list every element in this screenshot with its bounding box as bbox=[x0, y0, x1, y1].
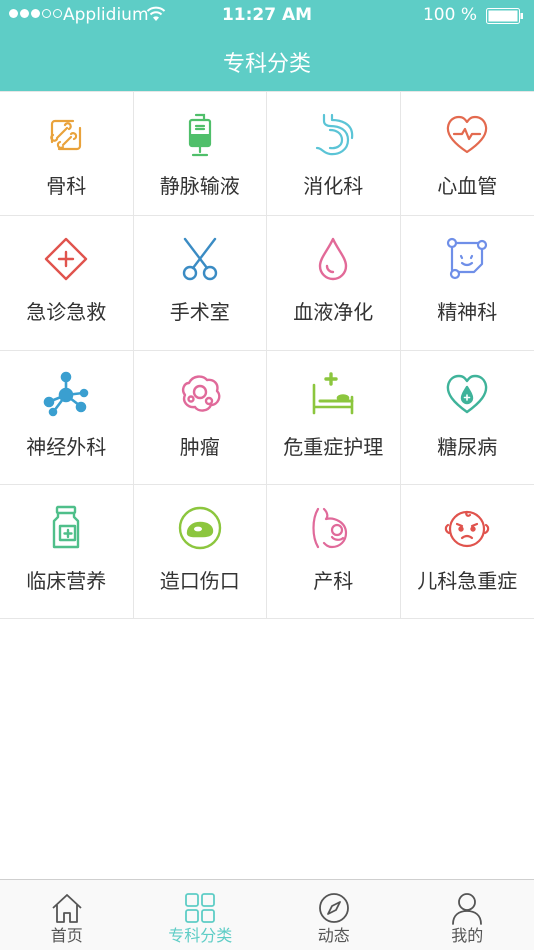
department-neuro[interactable]: 神经外科 bbox=[0, 351, 134, 484]
tab-label: 我的 bbox=[451, 926, 484, 945]
tab-home[interactable]: 首页 bbox=[0, 880, 134, 950]
hospital-bed-icon bbox=[312, 372, 354, 415]
battery-icon bbox=[486, 8, 523, 24]
tab-label: 首页 bbox=[50, 926, 83, 945]
brain-nodes-icon bbox=[447, 237, 488, 280]
department-label: 儿科急重症 bbox=[417, 569, 518, 593]
stomach-icon bbox=[316, 113, 354, 156]
nutrition-bottle-icon bbox=[53, 505, 80, 549]
department-label: 神经外科 bbox=[26, 435, 107, 459]
department-nutrition[interactable]: 临床营养 bbox=[0, 485, 134, 618]
tab-label: 动态 bbox=[317, 926, 350, 945]
iv-drip-icon bbox=[188, 113, 211, 157]
department-blood[interactable]: 血液净化 bbox=[267, 216, 401, 350]
department-label: 产科 bbox=[313, 569, 354, 593]
heart-drop-icon bbox=[447, 374, 488, 414]
department-iv[interactable]: 静脉输液 bbox=[134, 92, 267, 215]
department-label: 危重症护理 bbox=[283, 435, 384, 459]
tab-label: 专科分类 bbox=[168, 926, 233, 945]
header: Applidium 11:27 AM 100 % 专科分类 bbox=[0, 0, 534, 91]
tab-bar: 首页 专科分类 动态 我的 bbox=[0, 879, 534, 950]
department-ortho[interactable]: 骨科 bbox=[0, 92, 134, 215]
department-label: 骨科 bbox=[46, 174, 87, 198]
baby-face-icon bbox=[445, 510, 490, 548]
department-cardio[interactable]: 心血管 bbox=[401, 92, 534, 215]
department-stoma[interactable]: 造口伤口 bbox=[134, 485, 267, 618]
department-obstetrics[interactable]: 产科 bbox=[267, 485, 401, 618]
tumor-cell-icon bbox=[181, 375, 221, 412]
department-critical-care[interactable]: 危重症护理 bbox=[267, 351, 401, 484]
department-label: 静脉输液 bbox=[159, 174, 240, 198]
department-diabetes[interactable]: 糖尿病 bbox=[401, 351, 534, 484]
heart-pulse-icon bbox=[447, 115, 488, 154]
status-bar: Applidium 11:27 AM 100 % bbox=[0, 0, 534, 30]
department-label: 消化科 bbox=[303, 174, 364, 198]
scissors-icon bbox=[182, 237, 217, 281]
pregnancy-icon bbox=[312, 507, 348, 549]
bone-icon bbox=[50, 119, 82, 151]
grid-row: 神经外科 肿瘤 危重症护理 糖尿病 bbox=[0, 351, 534, 485]
department-label: 急诊急救 bbox=[26, 300, 107, 324]
app-screen: Applidium 11:27 AM 100 % 专科分类 骨科 静脉输液 消化… bbox=[0, 0, 534, 950]
user-icon bbox=[452, 893, 483, 925]
tab-profile[interactable]: 我的 bbox=[401, 880, 534, 950]
stoma-icon bbox=[178, 506, 221, 550]
department-digestive[interactable]: 消化科 bbox=[267, 92, 401, 215]
department-oncology[interactable]: 肿瘤 bbox=[134, 351, 267, 484]
department-grid: 骨科 静脉输液 消化科 心血管 急诊急救 手术室 血液净化 精神科 神经外科 肿… bbox=[0, 91, 534, 619]
department-label: 糖尿病 bbox=[437, 435, 498, 459]
tab-feed[interactable]: 动态 bbox=[267, 880, 401, 950]
department-pediatrics[interactable]: 儿科急重症 bbox=[401, 485, 534, 618]
emergency-icon bbox=[45, 237, 88, 281]
department-surgery[interactable]: 手术室 bbox=[134, 216, 267, 350]
department-label: 肿瘤 bbox=[179, 435, 220, 459]
grid-row: 骨科 静脉输液 消化科 心血管 bbox=[0, 92, 534, 216]
department-label: 心血管 bbox=[437, 174, 498, 198]
neuron-icon bbox=[43, 371, 89, 417]
grid-row: 急诊急救 手术室 血液净化 精神科 bbox=[0, 216, 534, 351]
tab-departments[interactable]: 专科分类 bbox=[134, 880, 268, 950]
department-label: 手术室 bbox=[169, 300, 230, 324]
battery-percent: 100 % bbox=[422, 5, 477, 25]
compass-icon bbox=[318, 893, 349, 923]
home-icon bbox=[52, 894, 82, 923]
grid-icon bbox=[185, 893, 216, 923]
grid-row: 临床营养 造口伤口 产科 儿科急重症 bbox=[0, 485, 534, 619]
department-label: 精神科 bbox=[437, 300, 498, 324]
department-label: 临床营养 bbox=[26, 569, 107, 593]
department-label: 血液净化 bbox=[293, 300, 374, 324]
department-emergency[interactable]: 急诊急救 bbox=[0, 216, 134, 350]
page-title: 专科分类 bbox=[222, 52, 311, 77]
blood-drop-icon bbox=[319, 237, 348, 281]
department-label: 造口伤口 bbox=[159, 569, 240, 593]
department-psych[interactable]: 精神科 bbox=[401, 216, 534, 350]
